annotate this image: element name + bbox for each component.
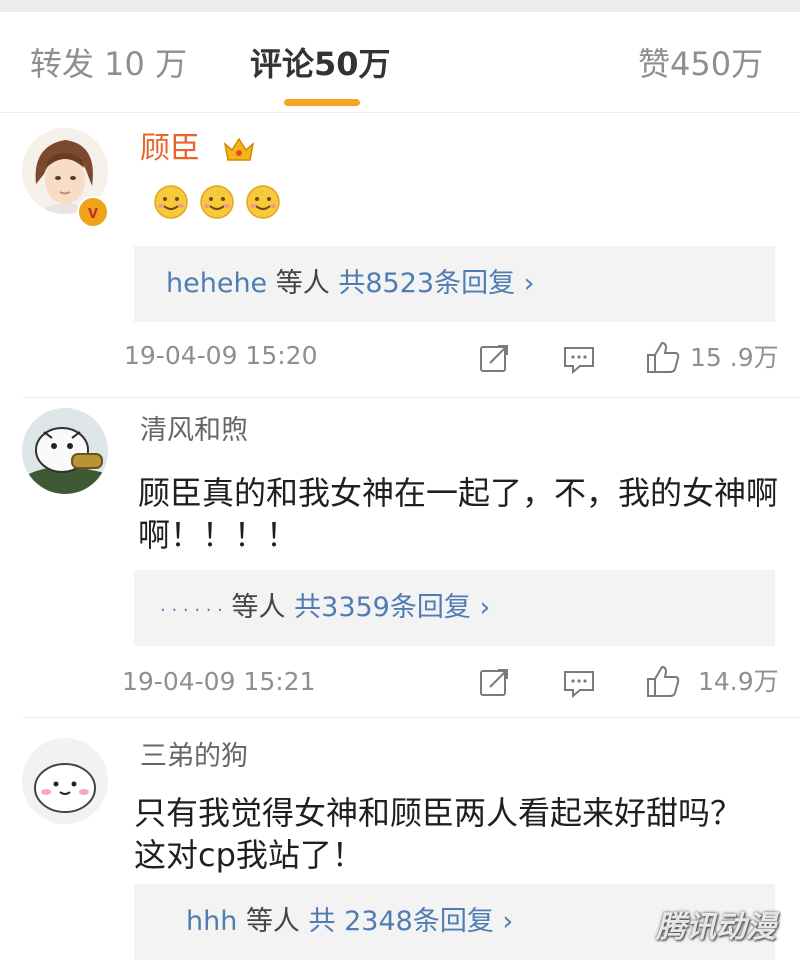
- comment-time: 19-04-09 15:20: [124, 341, 318, 370]
- tab-bar: 转发 10 万 评论50万 赞450万: [0, 12, 800, 113]
- smile-emoji: [246, 185, 280, 219]
- like-icon[interactable]: [645, 340, 681, 374]
- comment-item: v 顾臣 hehehe 等人 共8523条回复 › 19-04-09 15:20…: [0, 112, 800, 398]
- comment-icon[interactable]: [562, 344, 596, 376]
- tab-likes[interactable]: 赞450万: [638, 44, 763, 84]
- reply-sep: 等人: [275, 268, 330, 299]
- tab-forward[interactable]: 转发 10 万: [30, 44, 187, 84]
- comment-username[interactable]: 三弟的狗: [140, 740, 248, 774]
- repost-icon[interactable]: [478, 666, 512, 698]
- reply-total[interactable]: 共3359条回复: [294, 592, 471, 623]
- smile-emoji: [154, 185, 188, 219]
- avatar-image: [22, 408, 108, 494]
- avatar-image: [22, 738, 108, 824]
- tab-comments[interactable]: 评论50万: [250, 44, 391, 84]
- avatar[interactable]: [22, 408, 108, 494]
- reply-users[interactable]: · · · · · ·: [160, 600, 223, 621]
- comment-item: 清风和煦 顾臣真的和我女神在一起了，不，我的女神啊啊！！！！ · · · · ·…: [0, 398, 800, 718]
- reply-summary[interactable]: · · · · · · 等人 共3359条回复 ›: [134, 570, 775, 646]
- active-tab-indicator: [284, 99, 360, 106]
- chevron-right-icon: ›: [523, 268, 535, 299]
- comment-text: 顾臣真的和我女神在一起了，不，我的女神啊啊！！！！: [138, 474, 779, 554]
- reply-sep: 等人: [231, 592, 286, 623]
- like-count: 15 .9万: [690, 343, 779, 372]
- reply-users[interactable]: hhh: [186, 906, 237, 937]
- verified-v-icon: v: [77, 196, 109, 228]
- reply-total[interactable]: 共8523条回复: [338, 268, 515, 299]
- reply-users[interactable]: hehehe: [166, 268, 267, 299]
- avatar[interactable]: [22, 738, 108, 824]
- comment-time: 19-04-09 15:21: [122, 667, 316, 696]
- watermark-logo: 腾讯动漫: [656, 908, 786, 948]
- comment-icon[interactable]: [562, 668, 596, 700]
- chevron-right-icon: ›: [479, 592, 491, 623]
- comment-username[interactable]: 顾臣: [140, 132, 200, 166]
- repost-icon[interactable]: [478, 342, 512, 374]
- status-strip: [0, 0, 800, 12]
- reply-total[interactable]: 共 2348条回复: [309, 906, 494, 937]
- comment-text: 只有我觉得女神和顾臣两人看起来好甜吗？这对cp我站了！: [134, 794, 743, 874]
- reply-sep: 等人: [245, 906, 300, 937]
- crown-icon: [223, 137, 255, 161]
- like-icon[interactable]: [645, 664, 681, 698]
- reply-summary[interactable]: hehehe 等人 共8523条回复 ›: [134, 246, 775, 322]
- chevron-right-icon: ›: [502, 906, 514, 937]
- comment-username[interactable]: 清风和煦: [140, 414, 248, 448]
- watermark-text: 腾讯动漫: [656, 910, 776, 945]
- like-count: 14.9万: [698, 667, 779, 696]
- smile-emoji: [200, 185, 234, 219]
